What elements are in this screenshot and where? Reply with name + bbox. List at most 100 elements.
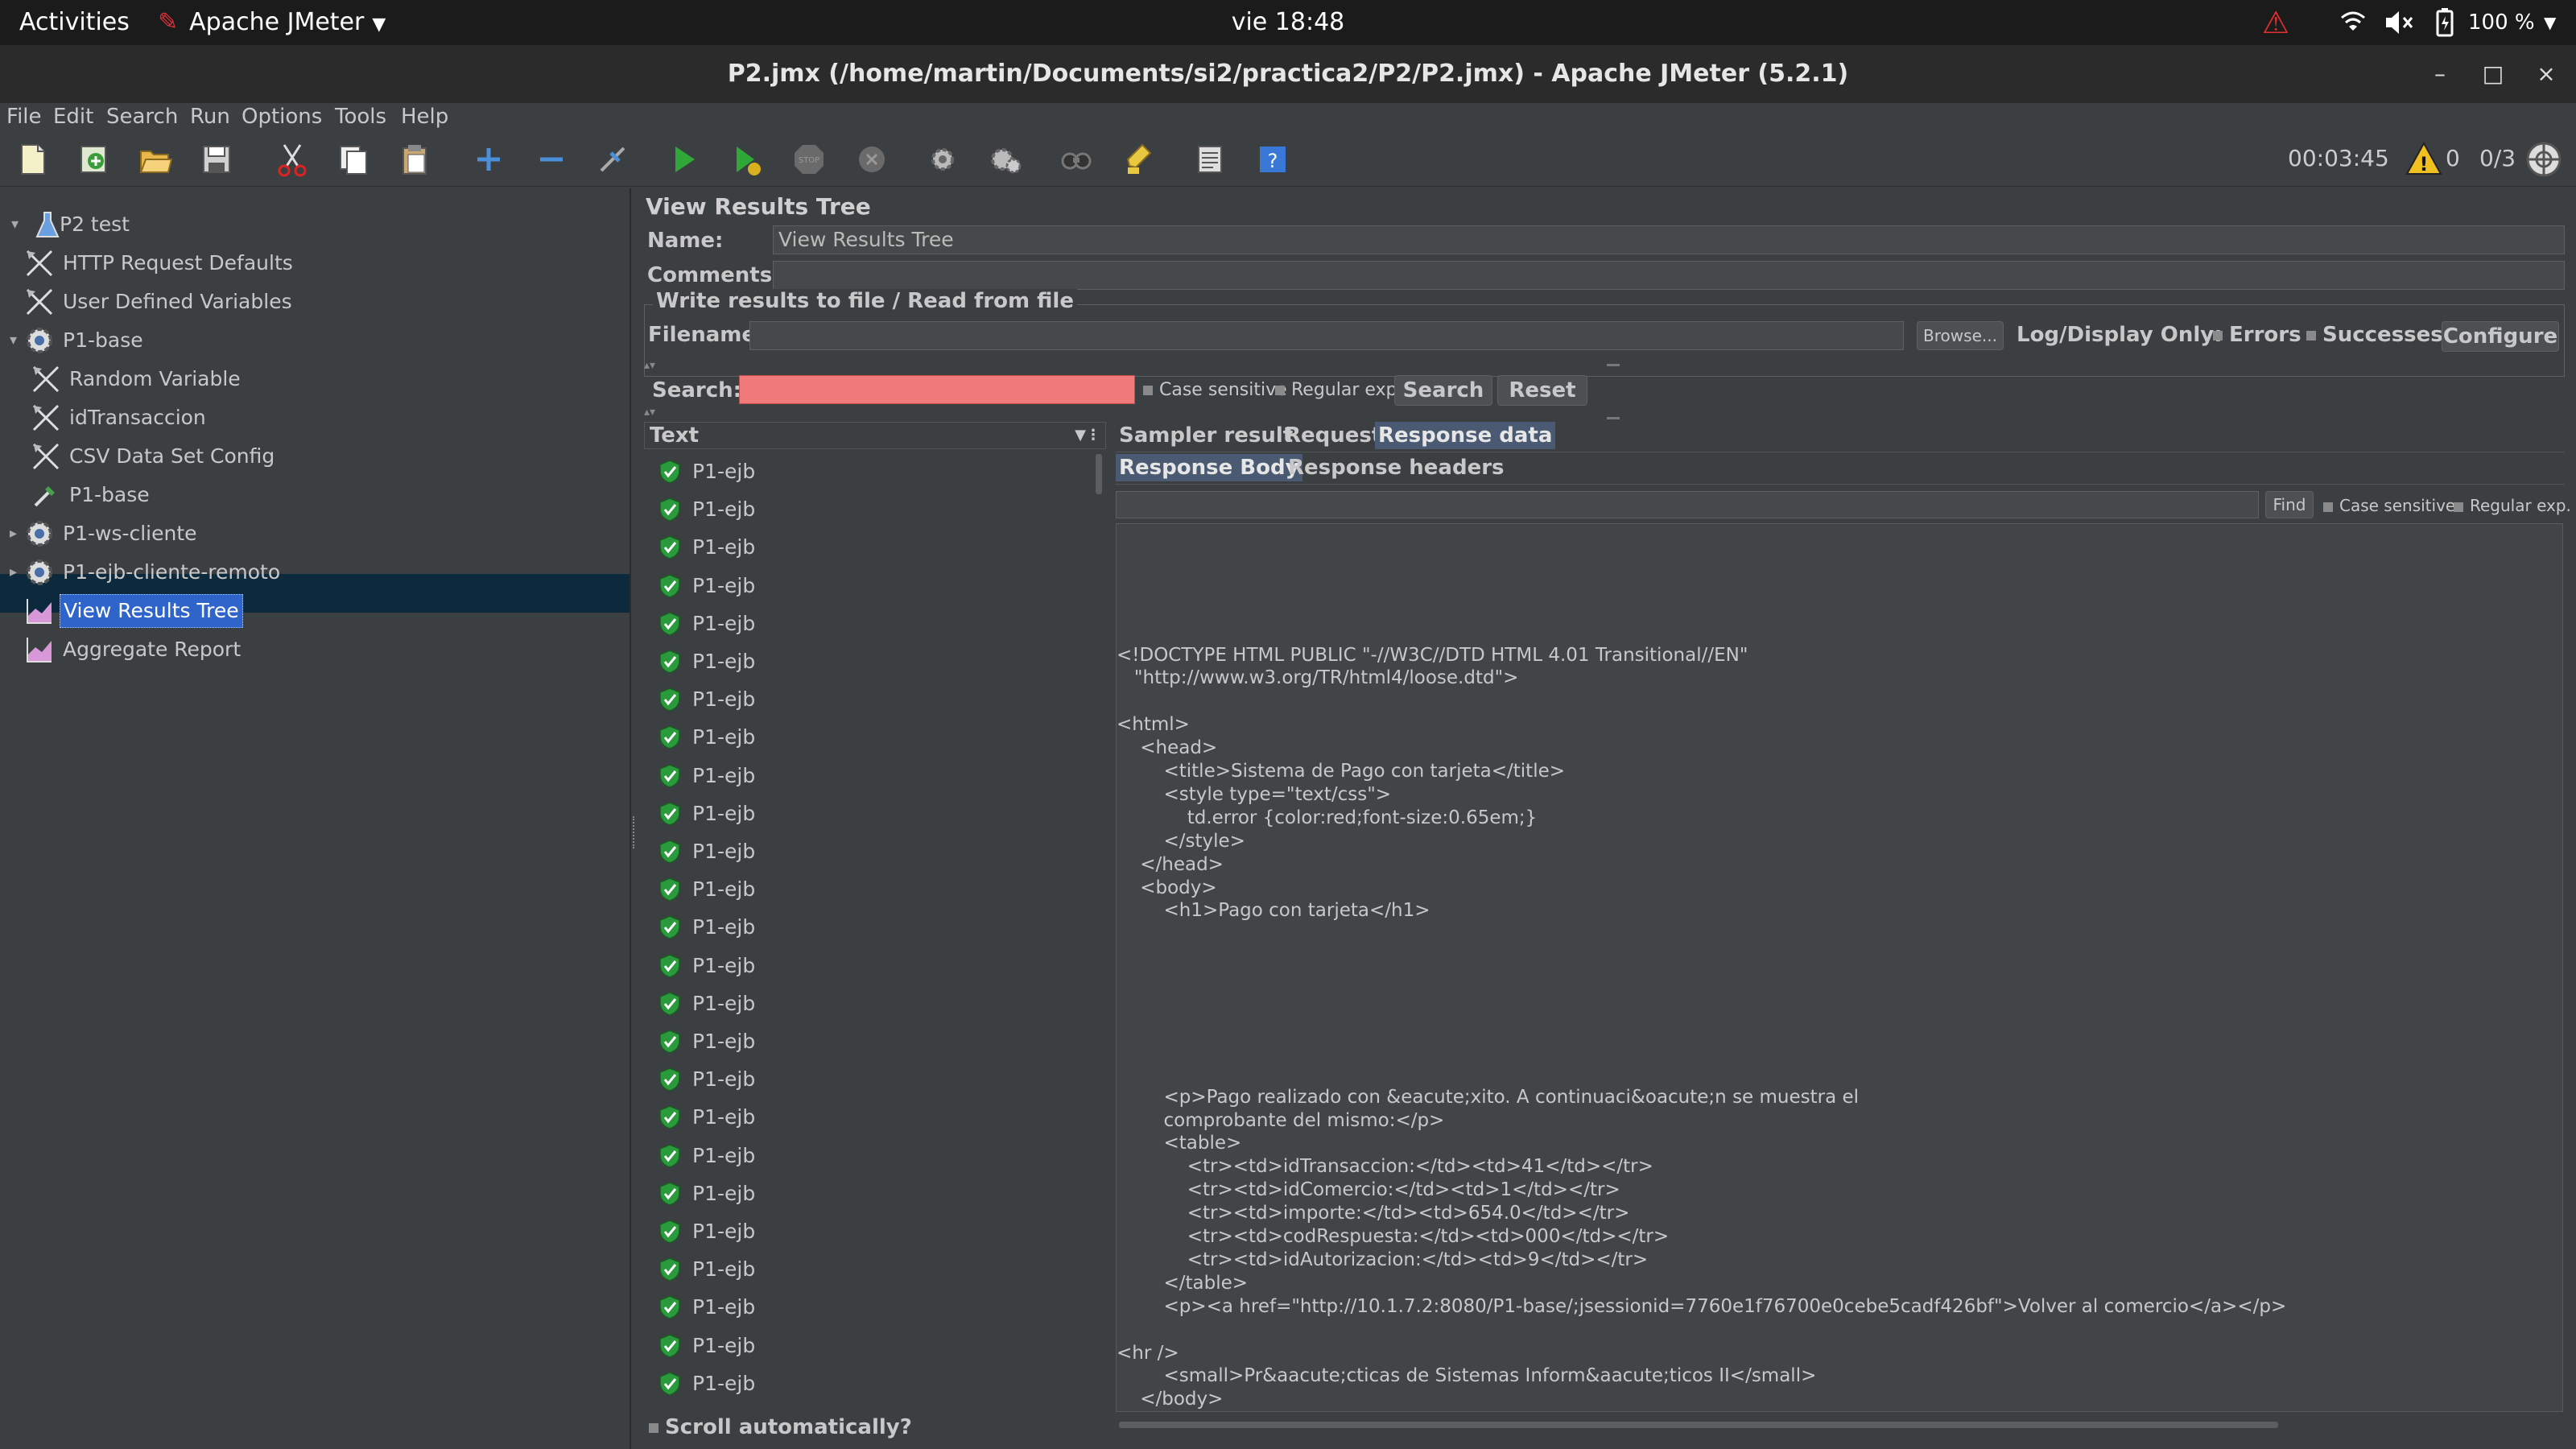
list-item[interactable]: P1-ejb	[644, 680, 1095, 719]
search-button[interactable]	[1053, 137, 1100, 182]
find-case-sensitive-checkbox[interactable]: Case sensitive	[2323, 496, 2455, 515]
templates-button[interactable]	[71, 137, 118, 182]
successes-checkbox[interactable]: Successes	[2306, 323, 2443, 347]
browse-button[interactable]: Browse...	[1917, 321, 2004, 350]
list-item[interactable]: P1-ejb	[644, 795, 1095, 833]
configure-button[interactable]: Configure	[2442, 321, 2559, 352]
chevron-right-icon[interactable]: ▸	[10, 515, 17, 552]
list-item[interactable]: P1-ejb	[644, 832, 1095, 871]
list-item[interactable]: P1-ejb	[644, 1212, 1095, 1251]
find-regular-exp-checkbox[interactable]: Regular exp.	[2454, 496, 2571, 515]
collapse-all-button[interactable]	[528, 137, 575, 182]
wifi-icon[interactable]	[2339, 0, 2367, 45]
start-button[interactable]	[660, 137, 707, 182]
chevron-down-icon[interactable]: ▾	[11, 206, 19, 243]
list-item[interactable]: P1-ejb	[644, 908, 1095, 947]
splitter-grip[interactable]	[1607, 417, 1620, 419]
tab-request[interactable]: Request	[1282, 422, 1385, 449]
toggle-button[interactable]	[589, 137, 636, 182]
filename-field[interactable]	[749, 321, 1904, 350]
function-helper-button[interactable]	[1187, 137, 1233, 182]
volume-muted-icon[interactable]	[2383, 0, 2415, 45]
menu-run[interactable]: Run	[190, 103, 230, 130]
tree-splitter[interactable]	[631, 188, 639, 1449]
system-menu-chevron-icon[interactable]: ▼	[2544, 0, 2556, 45]
menu-file[interactable]: File	[6, 103, 42, 130]
list-item[interactable]: P1-ejb	[644, 947, 1095, 985]
list-item[interactable]: P1-ejb	[644, 490, 1095, 529]
warning-icon[interactable]: !	[2405, 140, 2442, 177]
chevron-down-icon[interactable]: ▾	[10, 322, 17, 359]
list-item[interactable]: P1-ejb	[644, 985, 1095, 1023]
splitter-grip[interactable]	[1607, 364, 1620, 366]
expand-all-button[interactable]	[465, 137, 512, 182]
tab-response-body[interactable]: Response Body	[1116, 454, 1302, 481]
find-button[interactable]: Find	[2265, 491, 2314, 518]
list-item[interactable]: P1-ejb	[644, 870, 1095, 909]
response-body-text-area[interactable]: <!DOCTYPE HTML PUBLIC "-//W3C//DTD HTML …	[1116, 523, 2563, 1412]
response-body-horizontal-scrollbar[interactable]	[1116, 1420, 2563, 1430]
splitter-arrows-icon[interactable]: ▴▾	[644, 406, 655, 419]
list-item[interactable]: P1-ejb	[644, 757, 1095, 795]
name-field[interactable]: View Results Tree	[773, 225, 2565, 254]
tab-response-data[interactable]: Response data	[1375, 422, 1556, 449]
list-item[interactable]: P1-ejb	[644, 1137, 1095, 1175]
open-button[interactable]	[132, 137, 179, 182]
list-item[interactable]: P1-ejb	[644, 1250, 1095, 1289]
regular-exp-checkbox[interactable]: Regular exp.	[1275, 380, 1403, 400]
paste-button[interactable]	[391, 137, 438, 182]
list-item[interactable]: P1-ejb	[644, 1288, 1095, 1327]
list-item[interactable]: P1-ejb	[644, 1174, 1095, 1213]
stop-button[interactable]: STOP	[786, 137, 832, 182]
battery-icon[interactable]	[2433, 0, 2457, 45]
find-input[interactable]	[1116, 491, 2259, 518]
clear-all-button[interactable]	[982, 137, 1029, 182]
list-item[interactable]: P1-ejb	[644, 605, 1095, 643]
menu-tools[interactable]: Tools	[335, 103, 386, 130]
list-item[interactable]: P1-ejb	[644, 1022, 1095, 1061]
search-button[interactable]: Search	[1394, 375, 1492, 406]
comments-field[interactable]	[773, 261, 2565, 290]
menu-search[interactable]: Search	[106, 103, 178, 130]
results-column-header[interactable]: Text ▼⋮	[644, 422, 1106, 449]
scrollbar-thumb[interactable]	[1119, 1422, 2278, 1428]
maximize-button[interactable]: □	[2465, 45, 2521, 103]
list-item[interactable]: P1-ejb	[644, 1327, 1095, 1365]
tab-sampler-result[interactable]: Sampler result	[1116, 422, 1296, 449]
cut-button[interactable]	[269, 137, 316, 182]
new-button[interactable]	[10, 137, 56, 182]
list-item[interactable]: P1-ejb	[644, 1060, 1095, 1099]
tab-response-headers[interactable]: Response headers	[1285, 454, 1508, 481]
list-item[interactable]: P1-ejb	[644, 1364, 1095, 1396]
splitter-arrows-icon[interactable]: ▴▾	[644, 359, 655, 372]
errors-checkbox[interactable]: Errors	[2213, 323, 2301, 347]
start-no-pauses-button[interactable]	[723, 137, 770, 182]
search-input[interactable]	[739, 375, 1135, 404]
reset-search-button[interactable]	[1116, 137, 1162, 182]
save-button[interactable]	[193, 137, 240, 182]
scrollbar-thumb[interactable]	[1096, 454, 1102, 494]
help-button[interactable]: ?	[1249, 137, 1296, 182]
reset-button[interactable]: Reset	[1497, 375, 1587, 406]
menu-options[interactable]: Options	[242, 103, 322, 130]
clear-button[interactable]	[919, 137, 966, 182]
shutdown-button[interactable]	[848, 137, 895, 182]
sort-dropdown-icon[interactable]: ▼⋮	[1075, 423, 1100, 448]
clock[interactable]: vie 18:48	[0, 0, 2576, 45]
menu-help[interactable]: Help	[401, 103, 448, 130]
menu-edit[interactable]: Edit	[53, 103, 93, 130]
warning-tray-icon[interactable]: ⚠	[2262, 0, 2289, 45]
case-sensitive-checkbox[interactable]: Case sensitive	[1143, 380, 1287, 400]
chevron-right-icon[interactable]: ▸	[10, 554, 17, 591]
copy-button[interactable]	[330, 137, 377, 182]
list-item[interactable]: P1-ejb	[644, 1098, 1095, 1137]
list-item[interactable]: P1-ejb	[644, 452, 1095, 491]
list-scrollbar[interactable]	[1095, 451, 1103, 1396]
remote-engines-icon[interactable]	[2524, 140, 2563, 179]
list-item[interactable]: P1-ejb	[644, 528, 1095, 567]
list-item[interactable]: P1-ejb	[644, 642, 1095, 681]
close-button[interactable]: ×	[2518, 45, 2574, 103]
minimize-button[interactable]: –	[2412, 45, 2468, 103]
list-item[interactable]: P1-ejb	[644, 718, 1095, 757]
list-item[interactable]: P1-ejb	[644, 567, 1095, 605]
